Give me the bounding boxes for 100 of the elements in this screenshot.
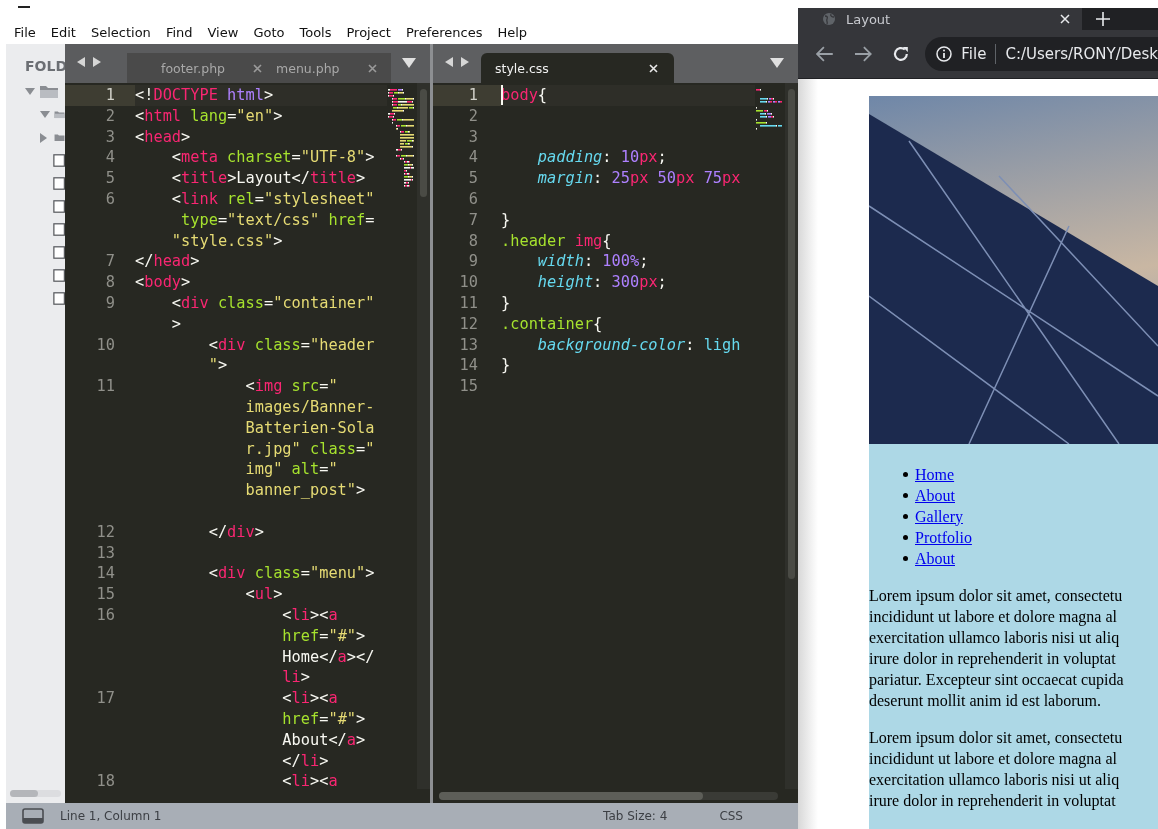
back-arrow-icon[interactable]: [816, 46, 834, 62]
tab-navigation-icon[interactable]: [77, 56, 101, 68]
code-line: </div>: [207, 521, 264, 543]
scroll-thumb[interactable]: [420, 89, 427, 197]
file-icon[interactable]: [52, 153, 65, 168]
code-line: ">: [207, 355, 228, 377]
menu-item[interactable]: Tools: [291, 24, 339, 40]
menu-item[interactable]: Edit: [42, 24, 83, 40]
line-number: 16: [95, 604, 116, 626]
code-line: }: [501, 355, 511, 377]
panel-icon[interactable]: [22, 808, 44, 824]
syntax-indicator[interactable]: CSS: [719, 809, 743, 823]
code-line: <ul>: [244, 584, 283, 605]
nav-link[interactable]: Protfolio: [915, 528, 972, 547]
file-icon[interactable]: [52, 291, 65, 306]
line-number: 6: [104, 189, 116, 210]
code-line: <body>: [135, 272, 191, 293]
code-line: </head>: [135, 251, 200, 273]
code-line: banner_post">: [244, 480, 366, 502]
menu-item[interactable]: Goto: [245, 24, 292, 40]
scroll-thumb[interactable]: [439, 792, 704, 800]
code-line: <img src=": [244, 376, 338, 397]
line-number: 15: [95, 584, 116, 605]
line-number: 4: [467, 147, 479, 169]
forward-arrow-icon[interactable]: [853, 46, 872, 62]
browser-tab[interactable]: Layout: [798, 8, 1082, 30]
code-line: href="#">: [281, 708, 366, 730]
code-line: <div class="menu">: [207, 563, 375, 585]
line-number: 9: [104, 292, 116, 314]
line-number: 7: [104, 251, 116, 273]
line-number: 7: [467, 209, 479, 231]
code-line: <title>Layout</title>: [170, 168, 366, 189]
line-number: 3: [467, 126, 479, 148]
menu-item[interactable]: File: [6, 24, 43, 40]
file-icon[interactable]: [52, 199, 65, 214]
tab-navigation-icon[interactable]: [445, 56, 469, 68]
cursor-position: Line 1, Column 1: [60, 809, 162, 823]
editor-tab[interactable]: menu.php: [276, 53, 391, 83]
file-icon[interactable]: [52, 176, 65, 191]
bullet-icon: [903, 535, 908, 540]
menu-item[interactable]: Find: [157, 24, 200, 40]
editor-tab[interactable]: style.css: [481, 53, 674, 83]
editor-tab[interactable]: footer.php: [127, 53, 277, 83]
menu-item[interactable]: Help: [489, 24, 535, 40]
code-line: background-color: ligh: [536, 334, 741, 356]
tab-size-indicator[interactable]: Tab Size: 4: [603, 809, 668, 823]
scheme-label: File: [961, 45, 987, 63]
code-line: >: [170, 313, 182, 335]
nav-link[interactable]: About: [915, 486, 955, 505]
menu-item[interactable]: Project: [338, 24, 398, 40]
scroll-thumb[interactable]: [788, 89, 795, 579]
file-icon[interactable]: [52, 245, 65, 260]
line-number: 15: [458, 376, 479, 397]
line-number: 12: [95, 521, 116, 543]
file-icon[interactable]: [52, 222, 65, 237]
code-line: <meta charset="UTF-8">: [170, 147, 375, 169]
code-line: }: [501, 209, 511, 231]
line-number: 2: [104, 105, 116, 127]
menu-item[interactable]: View: [199, 24, 246, 40]
bullet-icon: [903, 556, 908, 561]
line-number: 3: [104, 126, 116, 148]
menu-item[interactable]: Preferences: [397, 24, 490, 40]
scroll-thumb[interactable]: [10, 790, 38, 797]
line-number: 1: [65, 85, 135, 106]
code-line: <!DOCTYPE html>: [135, 85, 274, 106]
code-line: margin: 25px 50px 75px: [536, 168, 741, 189]
code-line: .header img{: [501, 230, 612, 252]
reload-icon[interactable]: [891, 45, 910, 63]
code-line: r.jpg" class=": [244, 438, 375, 460]
dropdown-icon[interactable]: [770, 58, 784, 68]
paragraph: Lorem ipsum dolor sit amet, consectetu incididunt ut labore et dolore magna al exercitation ullamco laboris nisi ut aliq irure dolor in reprehenderit in voluptat: [869, 728, 1124, 811]
code-line: height: 300px;: [536, 272, 667, 293]
address-bar[interactable]: File C:/Users/RONY/Desk: [925, 37, 1158, 71]
code-line: padding: 10px;: [536, 147, 667, 169]
code-line: <html lang="en">: [135, 105, 283, 127]
nav-link[interactable]: About: [915, 549, 955, 568]
file-icon[interactable]: [52, 268, 65, 283]
code-line: .container{: [501, 313, 603, 335]
folder-icon[interactable]: [39, 84, 59, 99]
code-line: <li><a: [281, 771, 338, 789]
line-number: 10: [95, 334, 116, 356]
line-number: 2: [467, 105, 479, 127]
code-line: width: 100%;: [536, 251, 649, 273]
code-line: About</a>: [281, 729, 366, 751]
nav-link[interactable]: Home: [915, 465, 955, 484]
code-line: <head>: [135, 126, 191, 148]
bullet-icon: [903, 493, 908, 498]
dropdown-icon[interactable]: [402, 58, 416, 68]
line-number: 17: [95, 688, 116, 709]
disclosure-triangle-icon[interactable]: [40, 132, 47, 143]
line-number: 8: [104, 272, 116, 293]
info-icon[interactable]: [936, 46, 953, 62]
line-number: 18: [95, 771, 116, 789]
nav-link[interactable]: Gallery: [915, 507, 963, 526]
code-line: <link rel="stylesheet": [170, 189, 375, 210]
menu-item[interactable]: Selection: [82, 24, 158, 40]
new-tab-icon[interactable]: [1096, 12, 1110, 26]
line-number: 5: [104, 168, 116, 189]
code-line: Home</a></: [281, 646, 375, 668]
paragraph: Lorem ipsum dolor sit amet, consectetu incididunt ut labore et dolore magna al exercitation ullamco laboris nisi ut aliq irure dolor in reprehenderit in voluptat pariatur. Excepteur sint occaecat cupida deserunt mollit anim id est laborum.: [869, 586, 1125, 711]
